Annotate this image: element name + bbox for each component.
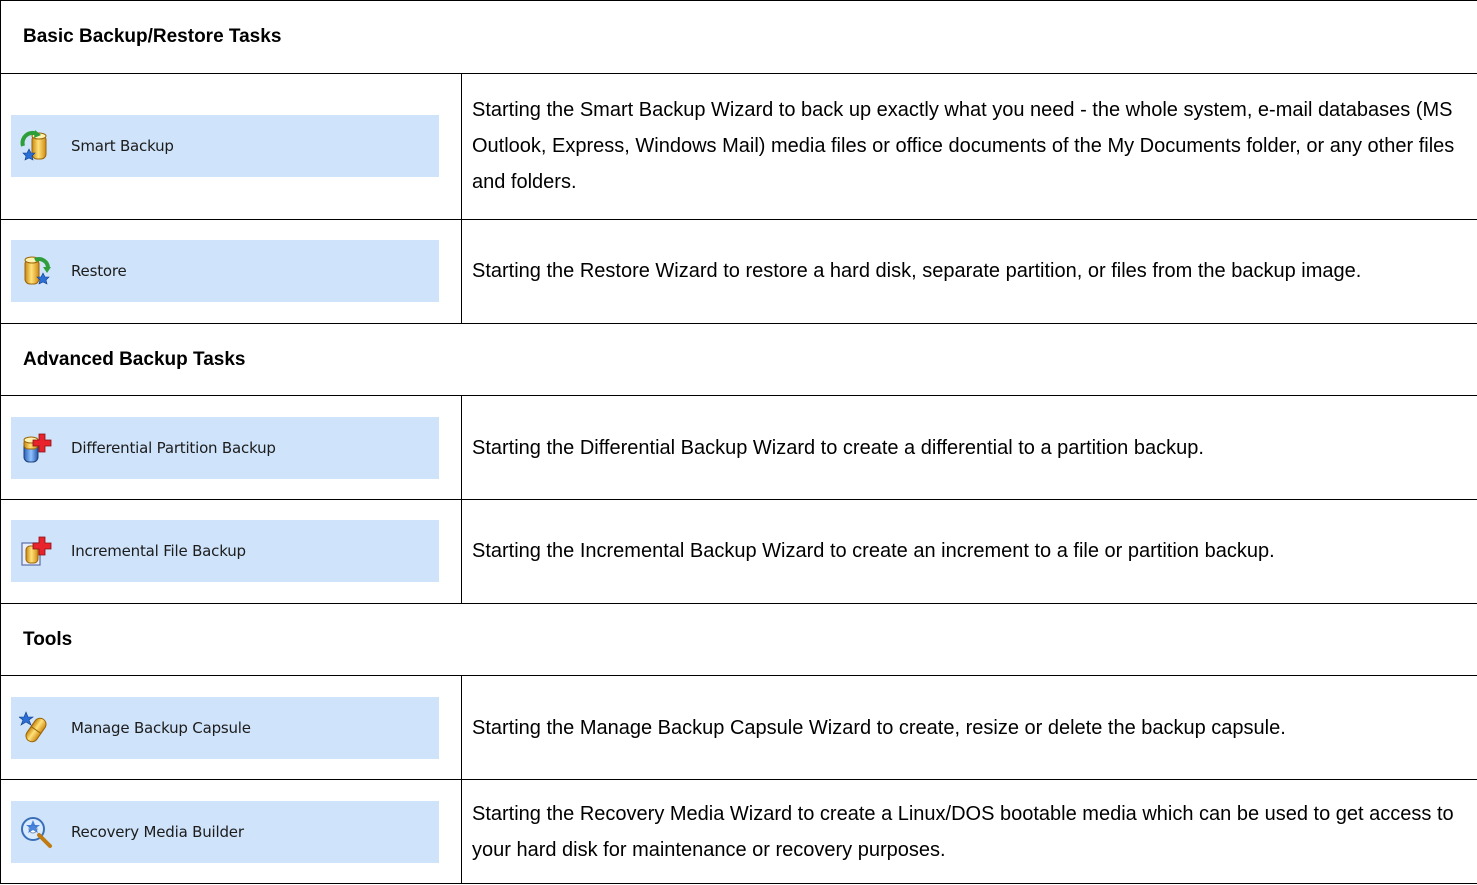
incremental-backup-description: Starting the Incremental Backup Wizard t…: [460, 499, 1477, 604]
differential-backup-description: Starting the Differential Backup Wizard …: [460, 395, 1477, 501]
task-table: Basic Backup/Restore Tasks Smart Backup: [0, 0, 1477, 884]
task-cell-restore: Restore: [0, 219, 462, 324]
restore-label: Restore: [71, 262, 127, 281]
recovery-media-builder-label: Recovery Media Builder: [71, 822, 244, 841]
backup-capsule-icon: [19, 710, 53, 745]
recovery-media-builder-button[interactable]: Recovery Media Builder: [11, 800, 439, 863]
restore-button[interactable]: Restore: [11, 240, 439, 303]
recovery-media-description: Starting the Recovery Media Wizard to cr…: [460, 779, 1477, 884]
recovery-media-icon: [19, 815, 53, 849]
section-heading-basic: Basic Backup/Restore Tasks: [0, 0, 1477, 74]
incremental-file-backup-label: Incremental File Backup: [71, 542, 246, 561]
task-cell-incremental: Incremental File Backup: [0, 499, 462, 604]
backup-capsule-description: Starting the Manage Backup Capsule Wizar…: [460, 675, 1477, 781]
restore-icon: [19, 254, 53, 288]
incremental-backup-icon: [19, 534, 53, 568]
smart-backup-label: Smart Backup: [71, 137, 174, 156]
manage-backup-capsule-button[interactable]: Manage Backup Capsule: [11, 696, 439, 759]
smart-backup-description: Starting the Smart Backup Wizard to back…: [460, 72, 1477, 221]
smart-backup-icon: [19, 129, 53, 163]
restore-description: Starting the Restore Wizard to restore a…: [460, 219, 1477, 324]
differential-backup-icon: [19, 431, 53, 465]
incremental-file-backup-button[interactable]: Incremental File Backup: [11, 520, 439, 583]
task-cell-capsule: Manage Backup Capsule: [0, 675, 462, 781]
section-heading-tools: Tools: [0, 602, 1477, 677]
task-cell-differential: Differential Partition Backup: [0, 395, 462, 501]
manage-backup-capsule-label: Manage Backup Capsule: [71, 718, 251, 737]
differential-partition-backup-label: Differential Partition Backup: [71, 438, 276, 457]
section-heading-advanced: Advanced Backup Tasks: [0, 322, 1477, 397]
task-cell-smart-backup: Smart Backup: [0, 72, 462, 221]
differential-partition-backup-button[interactable]: Differential Partition Backup: [11, 416, 439, 479]
task-cell-recovery-media: Recovery Media Builder: [0, 779, 462, 884]
smart-backup-button[interactable]: Smart Backup: [11, 115, 439, 178]
